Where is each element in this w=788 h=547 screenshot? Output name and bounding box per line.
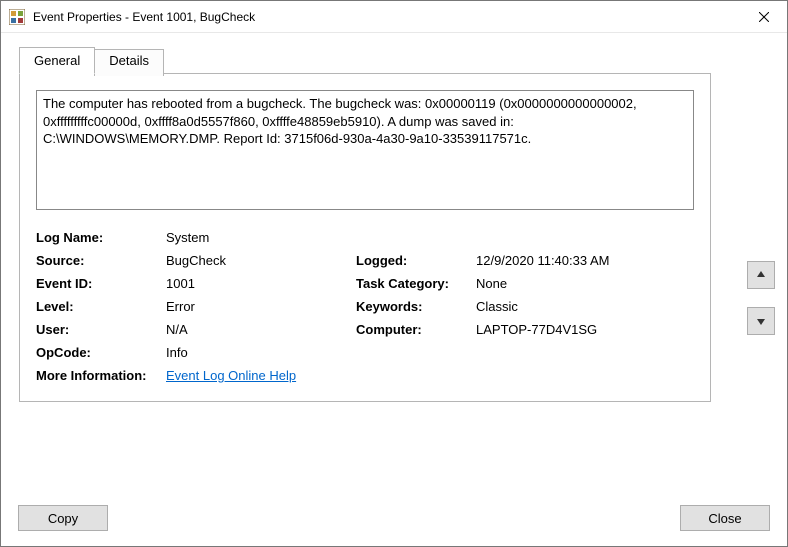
event-id-label: Event ID: — [36, 276, 166, 291]
event-description[interactable]: The computer has rebooted from a bugchec… — [36, 90, 694, 210]
event-id-value: 1001 — [166, 276, 356, 291]
more-info-label: More Information: — [36, 368, 166, 383]
level-value: Error — [166, 299, 356, 314]
app-icon — [9, 9, 25, 25]
user-value: N/A — [166, 322, 356, 337]
titlebar: Event Properties - Event 1001, BugCheck — [1, 1, 787, 33]
computer-value: LAPTOP-77D4V1SG — [476, 322, 694, 337]
log-name-label: Log Name: — [36, 230, 166, 245]
computer-label: Computer: — [356, 322, 476, 337]
tab-strip: General Details — [19, 47, 769, 74]
next-event-button[interactable] — [747, 307, 775, 335]
opcode-label: OpCode: — [36, 345, 166, 360]
keywords-value: Classic — [476, 299, 694, 314]
source-value: BugCheck — [166, 253, 356, 268]
content-area: General Details The computer has reboote… — [1, 33, 787, 416]
footer: Copy Close — [18, 505, 770, 531]
log-name-value: System — [166, 230, 356, 245]
tab-general[interactable]: General — [19, 47, 95, 74]
source-label: Source: — [36, 253, 166, 268]
window-title: Event Properties - Event 1001, BugCheck — [33, 10, 741, 24]
prev-event-button[interactable] — [747, 261, 775, 289]
task-category-label: Task Category: — [356, 276, 476, 291]
user-label: User: — [36, 322, 166, 337]
level-label: Level: — [36, 299, 166, 314]
arrow-up-icon — [755, 269, 767, 281]
nav-buttons — [747, 261, 775, 335]
keywords-label: Keywords: — [356, 299, 476, 314]
task-category-value: None — [476, 276, 694, 291]
close-icon — [759, 12, 769, 22]
general-panel: The computer has rebooted from a bugchec… — [19, 73, 711, 402]
logged-value: 12/9/2020 11:40:33 AM — [476, 253, 694, 268]
event-fields: Log Name: System Source: BugCheck Logged… — [36, 230, 694, 383]
more-info-link[interactable]: Event Log Online Help — [166, 368, 296, 383]
close-button[interactable]: Close — [680, 505, 770, 531]
copy-button[interactable]: Copy — [18, 505, 108, 531]
tab-details[interactable]: Details — [94, 49, 164, 76]
opcode-value: Info — [166, 345, 356, 360]
logged-label: Logged: — [356, 253, 476, 268]
arrow-down-icon — [755, 315, 767, 327]
window-close-button[interactable] — [741, 1, 787, 33]
